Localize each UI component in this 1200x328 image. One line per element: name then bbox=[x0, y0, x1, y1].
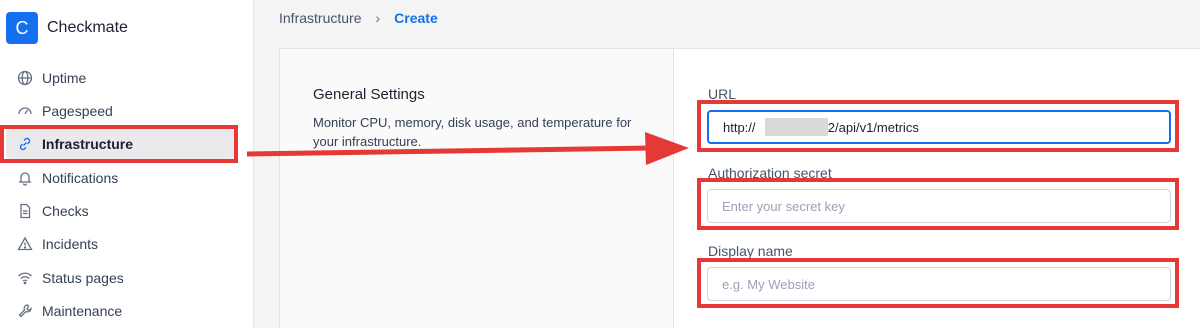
breadcrumb: Infrastructure › Create bbox=[279, 10, 438, 26]
gauge-icon bbox=[16, 102, 34, 120]
sidebar-item-label: Uptime bbox=[42, 69, 87, 86]
sidebar-item-label: Pagespeed bbox=[42, 102, 113, 119]
annotation-arrow bbox=[246, 132, 689, 165]
sidebar: C Checkmate Uptime Pagespeed Infrastruct… bbox=[0, 0, 254, 328]
authorization-secret-input[interactable] bbox=[707, 189, 1171, 223]
breadcrumb-parent[interactable]: Infrastructure bbox=[279, 10, 361, 26]
sidebar-item-checks[interactable]: Checks bbox=[6, 195, 234, 226]
globe-icon bbox=[16, 69, 34, 87]
sidebar-item-label: Infrastructure bbox=[42, 135, 134, 152]
sidebar-item-label: Checks bbox=[42, 202, 89, 219]
display-name-label: Display name bbox=[708, 243, 793, 259]
sidebar-item-notifications[interactable]: Notifications bbox=[6, 162, 234, 193]
sidebar-item-status-pages[interactable]: Status pages bbox=[6, 262, 234, 293]
sidebar-item-infrastructure[interactable]: Infrastructure bbox=[6, 128, 234, 159]
sidebar-item-maintenance[interactable]: Maintenance bbox=[6, 295, 234, 326]
breadcrumb-current: Create bbox=[394, 10, 438, 26]
sidebar-item-uptime[interactable]: Uptime bbox=[6, 62, 234, 93]
sidebar-item-label: Maintenance bbox=[42, 302, 123, 319]
sidebar-item-label: Status pages bbox=[42, 269, 124, 286]
app-name: Checkmate bbox=[47, 19, 128, 36]
url-label: URL bbox=[708, 86, 737, 102]
wifi-icon bbox=[16, 269, 34, 287]
sidebar-item-label: Incidents bbox=[42, 235, 99, 252]
sidebar-item-label: Notifications bbox=[42, 169, 119, 186]
warning-icon bbox=[16, 235, 34, 253]
wrench-icon bbox=[16, 302, 34, 320]
section-info: General Settings Monitor CPU, memory, di… bbox=[280, 49, 674, 328]
display-name-input[interactable] bbox=[707, 267, 1171, 301]
document-icon bbox=[16, 202, 34, 220]
bell-icon bbox=[16, 169, 34, 187]
authorization-secret-label: Authorization secret bbox=[708, 165, 832, 181]
logo-badge: C bbox=[6, 12, 38, 44]
sidebar-item-pagespeed[interactable]: Pagespeed bbox=[6, 95, 234, 126]
app-logo[interactable]: C Checkmate bbox=[6, 12, 128, 44]
section-title: General Settings bbox=[313, 86, 425, 103]
link-icon bbox=[16, 135, 34, 153]
chevron-right-icon: › bbox=[375, 10, 381, 26]
redacted-region bbox=[765, 118, 828, 136]
sidebar-item-incidents[interactable]: Incidents bbox=[6, 228, 234, 259]
